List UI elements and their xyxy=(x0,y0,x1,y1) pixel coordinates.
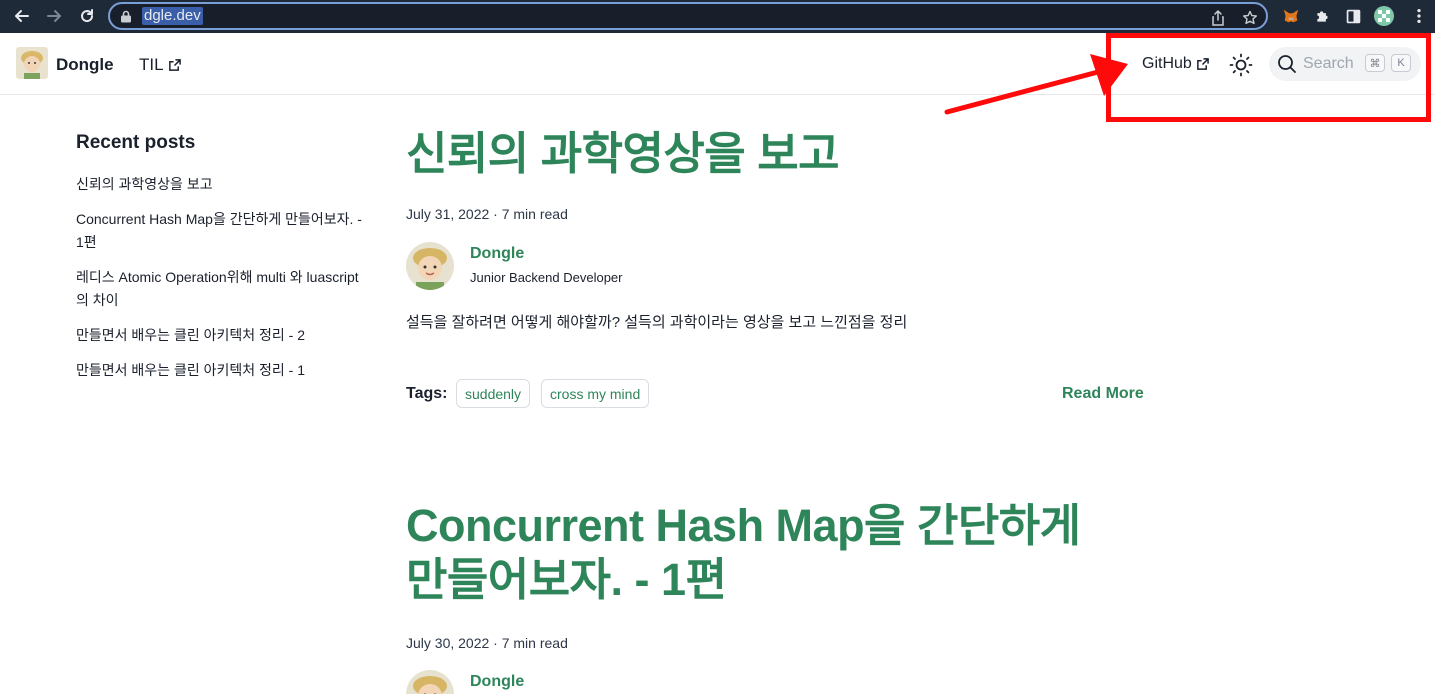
share-icon[interactable] xyxy=(1210,10,1226,26)
address-bar[interactable]: dgle.dev xyxy=(108,2,1268,30)
url-text[interactable]: dgle.dev xyxy=(142,7,203,25)
site-header: Dongle TIL GitHub Search ⌘ K xyxy=(0,33,1435,95)
nav-til-link[interactable]: TIL xyxy=(139,55,181,75)
tag-chip[interactable]: suddenly xyxy=(456,379,531,408)
recent-post-link[interactable]: 레디스 Atomic Operation위해 multi 와 luascript… xyxy=(76,266,376,312)
reload-icon[interactable] xyxy=(77,6,97,26)
post-meta: July 31, 2022 · 7 min read xyxy=(406,206,568,222)
post-excerpt: 설득을 잘하려면 어떻게 해야할까? 설득의 과학이라는 영상을 보고 느낀점을… xyxy=(406,314,908,331)
nav-github-link[interactable]: GitHub xyxy=(1142,55,1209,73)
shortcut-cmd-key: ⌘ xyxy=(1365,54,1385,72)
post-title-line: Concurrent Hash Map을 간단하게 xyxy=(406,500,1081,551)
nav-til-label: TIL xyxy=(139,55,164,74)
search-placeholder: Search xyxy=(1303,55,1354,72)
bookmark-star-icon[interactable] xyxy=(1242,10,1258,26)
metamask-extension-icon[interactable] xyxy=(1281,6,1301,26)
tags-label: Tags: xyxy=(406,385,448,402)
recent-post-title: Concurrent Hash Map을 간단하게 만들어보자. - xyxy=(76,211,362,227)
forward-icon[interactable] xyxy=(44,6,64,26)
author-avatar xyxy=(406,670,454,694)
browser-toolbar: dgle.dev xyxy=(0,0,1435,33)
post-meta: July 30, 2022 · 7 min read xyxy=(406,635,568,651)
shortcut-k-key: K xyxy=(1391,54,1411,72)
nav-github-label: GitHub xyxy=(1142,55,1192,72)
recent-post-link[interactable]: 만들면서 배우는 클린 아키텍처 정리 - 2 xyxy=(76,324,376,347)
recent-post-title: 만들면서 배우는 클린 아키텍처 정리 - 2 xyxy=(76,327,305,343)
recent-post-title: 만들면서 배우는 클린 아키텍처 정리 - 1 xyxy=(76,362,305,378)
recent-posts-heading: Recent posts xyxy=(76,132,196,153)
tag-chip[interactable]: cross my mind xyxy=(541,379,650,408)
side-panel-icon[interactable] xyxy=(1343,6,1363,26)
author-name-link[interactable]: Dongle xyxy=(470,673,524,691)
search-button[interactable]: Search ⌘ K xyxy=(1269,47,1421,81)
post-title-link[interactable]: 신뢰의 과학영상을 보고 xyxy=(406,127,840,181)
read-more-link[interactable]: Read More xyxy=(1062,385,1144,403)
post-title-link[interactable]: Concurrent Hash Map을 간단하게 만들어보자. - 1편 xyxy=(406,499,1081,607)
recent-post-link[interactable]: 신뢰의 과학영상을 보고 xyxy=(76,173,376,196)
site-name-link[interactable]: Dongle xyxy=(56,55,114,75)
recent-post-link[interactable]: Concurrent Hash Map을 간단하게 만들어보자. - 1편 xyxy=(76,208,376,254)
external-link-icon xyxy=(168,58,181,71)
logo-avatar-image[interactable] xyxy=(16,47,48,79)
author-role: Junior Backend Developer xyxy=(470,270,623,285)
search-icon xyxy=(1278,55,1296,73)
sun-icon[interactable] xyxy=(1229,53,1253,77)
post-title-line: 만들어보자. - 1편 xyxy=(406,554,727,605)
author-name-link[interactable]: Dongle xyxy=(470,245,524,263)
external-link-icon xyxy=(1196,57,1209,70)
more-menu-icon[interactable] xyxy=(1409,6,1429,26)
author-avatar xyxy=(406,242,454,290)
puzzle-icon[interactable] xyxy=(1312,6,1332,26)
recent-post-link[interactable]: 만들면서 배우는 클린 아키텍처 정리 - 1 xyxy=(76,359,376,382)
lock-icon xyxy=(121,10,131,23)
back-icon[interactable] xyxy=(12,6,32,26)
recent-post-title-cont: 의 차이 xyxy=(76,292,119,308)
recent-post-title: 신뢰의 과학영상을 보고 xyxy=(76,176,213,192)
recent-posts-sidebar: Recent posts 신뢰의 과학영상을 보고 Concurrent Has… xyxy=(76,132,376,394)
profile-avatar-icon[interactable] xyxy=(1374,6,1394,26)
recent-post-title: 레디스 Atomic Operation위해 multi 와 luascript xyxy=(76,269,359,285)
recent-post-title-cont: 1편 xyxy=(76,234,97,250)
